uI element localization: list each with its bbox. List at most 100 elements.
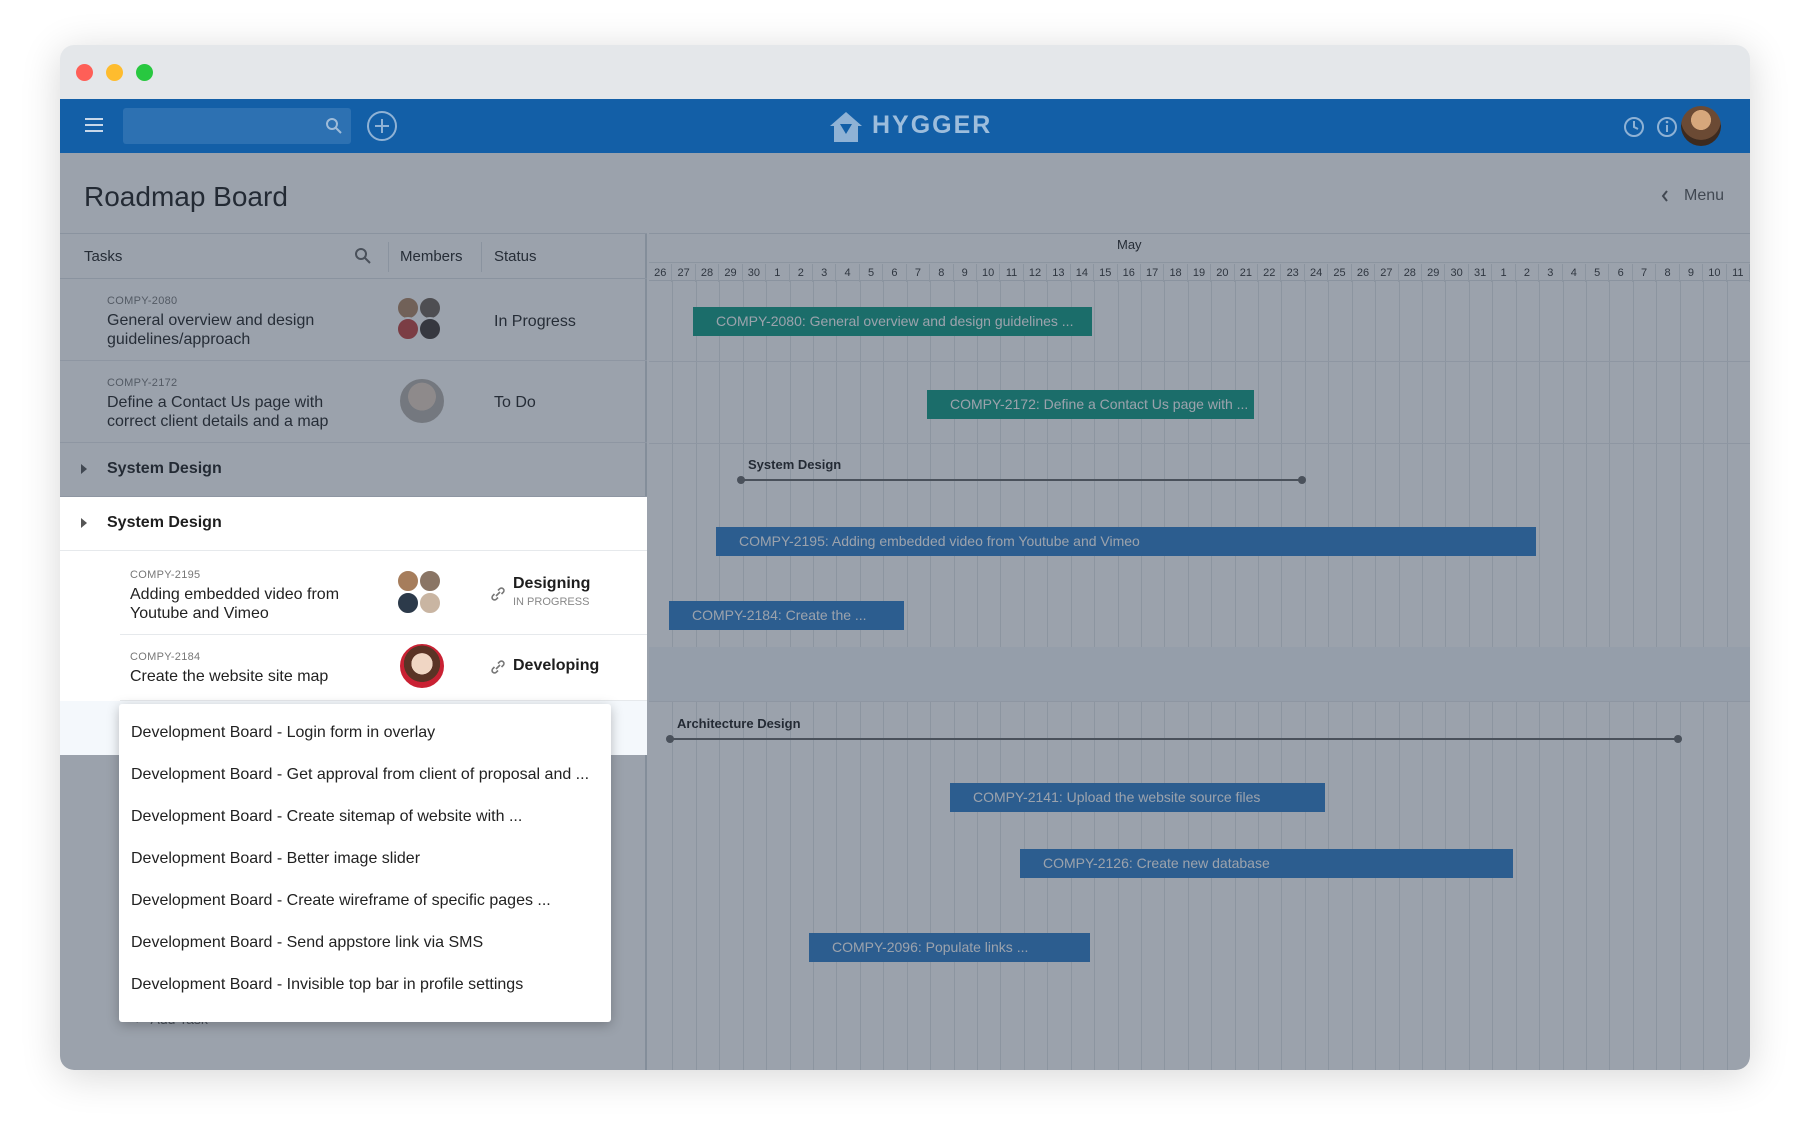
app-window: HYGGER Roadmap Board Menu Tasks Members … bbox=[60, 45, 1750, 1070]
day-cell: 31 bbox=[1469, 264, 1493, 282]
member-avatar[interactable] bbox=[418, 569, 442, 593]
day-cell: 11 bbox=[1000, 264, 1024, 282]
day-cell: 8 bbox=[930, 264, 954, 282]
day-cell: 7 bbox=[907, 264, 931, 282]
member-avatar[interactable] bbox=[398, 377, 446, 425]
suggestion-item[interactable]: Development Board - Better image slider bbox=[131, 850, 420, 868]
task-status[interactable]: Designing bbox=[513, 575, 590, 593]
link-icon[interactable] bbox=[490, 659, 506, 675]
day-cell: 2 bbox=[1516, 264, 1540, 282]
day-cell: 16 bbox=[1118, 264, 1141, 282]
day-cell: 7 bbox=[1633, 264, 1657, 282]
hamburger-menu-icon[interactable] bbox=[85, 117, 103, 133]
member-avatar[interactable] bbox=[396, 317, 420, 341]
day-cell: 26 bbox=[649, 264, 673, 282]
day-cell: 11 bbox=[1727, 264, 1750, 282]
task-status[interactable]: In Progress bbox=[494, 313, 576, 331]
chevron-left-icon[interactable] bbox=[1660, 189, 1670, 203]
task-id: COMPY-2195 bbox=[130, 569, 201, 581]
task-row[interactable]: COMPY-2184 Create the website site map D… bbox=[120, 635, 647, 701]
suggestion-item[interactable]: Development Board - Send appstore link v… bbox=[131, 934, 483, 952]
task-name-line2: guidelines/approach bbox=[107, 331, 251, 348]
search-icon[interactable] bbox=[325, 117, 343, 135]
group-span-line[interactable] bbox=[670, 738, 1678, 740]
group-span-end[interactable] bbox=[1674, 735, 1682, 743]
link-icon[interactable] bbox=[490, 586, 506, 602]
maximize-window-button[interactable] bbox=[136, 64, 153, 81]
suggestion-item[interactable]: Development Board - Create wireframe of … bbox=[131, 892, 551, 910]
roadmap-board: Roadmap Board Menu Tasks Members Status … bbox=[60, 153, 1750, 1070]
suggestion-item[interactable]: Development Board - Login form in overla… bbox=[131, 724, 435, 742]
clock-icon[interactable] bbox=[1623, 116, 1645, 138]
day-cell: 6 bbox=[883, 264, 907, 282]
close-window-button[interactable] bbox=[76, 64, 93, 81]
day-cell: 8 bbox=[1656, 264, 1680, 282]
gantt-bar[interactable]: COMPY-2096: Populate links ... bbox=[809, 933, 1090, 962]
day-cell: 22 bbox=[1258, 264, 1282, 282]
day-cell: 30 bbox=[743, 264, 767, 282]
timeline-header: May 26 27 28 29 30 1 2 3 4 5 6 7 8 9 10 11 12 13 14 15 16 17 1… bbox=[649, 233, 1750, 282]
day-cell: 19 bbox=[1188, 264, 1212, 282]
group-span-line[interactable] bbox=[740, 479, 1302, 481]
menu-toggle[interactable]: Menu bbox=[1684, 187, 1724, 205]
suggestion-item[interactable]: Development Board - Get approval from cl… bbox=[131, 766, 589, 784]
group-name: System Design bbox=[107, 460, 222, 477]
day-cell: 10 bbox=[1703, 264, 1727, 282]
gantt-bar[interactable]: COMPY-2172: Define a Contact Us page wit… bbox=[927, 390, 1254, 419]
minimize-window-button[interactable] bbox=[106, 64, 123, 81]
gantt-bar[interactable]: COMPY-2184: Create the ... bbox=[669, 601, 904, 630]
task-status[interactable]: Developing bbox=[513, 657, 599, 675]
group-span-start[interactable] bbox=[737, 476, 745, 484]
group-timeline-label: Architecture Design bbox=[677, 716, 801, 731]
group-span-end[interactable] bbox=[1298, 476, 1306, 484]
task-row[interactable]: COMPY-2195 Adding embedded video from Yo… bbox=[120, 551, 647, 635]
day-cell: 4 bbox=[1563, 264, 1587, 282]
day-cell: 2 bbox=[790, 264, 813, 282]
member-avatar[interactable] bbox=[396, 569, 420, 593]
day-cell: 6 bbox=[1609, 264, 1633, 282]
member-avatar[interactable] bbox=[396, 591, 420, 615]
day-cell: 28 bbox=[1399, 264, 1423, 282]
day-cell: 18 bbox=[1164, 264, 1188, 282]
task-name-line2: Youtube and Vimeo bbox=[130, 605, 269, 622]
task-id: COMPY-2184 bbox=[130, 651, 201, 663]
task-name: General overview and design bbox=[107, 312, 315, 329]
day-cell: 27 bbox=[672, 264, 696, 282]
group-span-start[interactable] bbox=[666, 735, 674, 743]
user-avatar[interactable] bbox=[1681, 106, 1721, 146]
gantt-bar[interactable]: COMPY-2080: General overview and design … bbox=[693, 307, 1092, 336]
search-input[interactable] bbox=[123, 108, 351, 144]
gantt-bar[interactable]: COMPY-2195: Adding embedded video from Y… bbox=[716, 527, 1536, 556]
member-avatar[interactable] bbox=[418, 317, 442, 341]
day-cell: 17 bbox=[1141, 264, 1165, 282]
group-timeline-label: System Design bbox=[748, 457, 842, 472]
gantt-bar[interactable]: COMPY-2141: Upload the website source fi… bbox=[950, 783, 1325, 812]
day-cell: 29 bbox=[1422, 264, 1446, 282]
day-cell: 23 bbox=[1281, 264, 1305, 282]
info-icon[interactable] bbox=[1656, 116, 1678, 138]
suggestion-item[interactable]: Development Board - Create sitemap of we… bbox=[131, 808, 522, 826]
suggestion-item[interactable]: Development Board - Invisible top bar in… bbox=[131, 976, 523, 994]
group-header-system-design-focused[interactable]: System Design bbox=[60, 497, 647, 551]
tasks-column-header: Tasks bbox=[84, 248, 123, 265]
add-circle-icon[interactable] bbox=[366, 110, 398, 142]
member-avatar[interactable] bbox=[418, 591, 442, 615]
group-header-system-design[interactable]: System Design bbox=[60, 443, 647, 497]
caret-right-icon[interactable] bbox=[79, 517, 89, 529]
page-title: Roadmap Board bbox=[84, 181, 288, 212]
day-cell: 9 bbox=[954, 264, 977, 282]
member-avatar[interactable] bbox=[398, 642, 446, 690]
task-status[interactable]: To Do bbox=[494, 394, 536, 412]
caret-right-icon[interactable] bbox=[79, 463, 89, 475]
day-cell: 27 bbox=[1375, 264, 1399, 282]
day-cell: 30 bbox=[1445, 264, 1469, 282]
gantt-bar[interactable]: COMPY-2126: Create new database bbox=[1020, 849, 1513, 878]
status-column-header: Status bbox=[494, 248, 537, 265]
task-search-icon[interactable] bbox=[354, 247, 372, 265]
day-cell: 9 bbox=[1680, 264, 1704, 282]
task-row[interactable]: COMPY-2172 Define a Contact Us page with… bbox=[60, 361, 647, 443]
day-cell: 1 bbox=[766, 264, 790, 282]
search-field[interactable] bbox=[123, 108, 313, 144]
hygger-logo-icon bbox=[830, 112, 862, 142]
task-row[interactable]: COMPY-2080 General overview and design g… bbox=[60, 279, 647, 361]
